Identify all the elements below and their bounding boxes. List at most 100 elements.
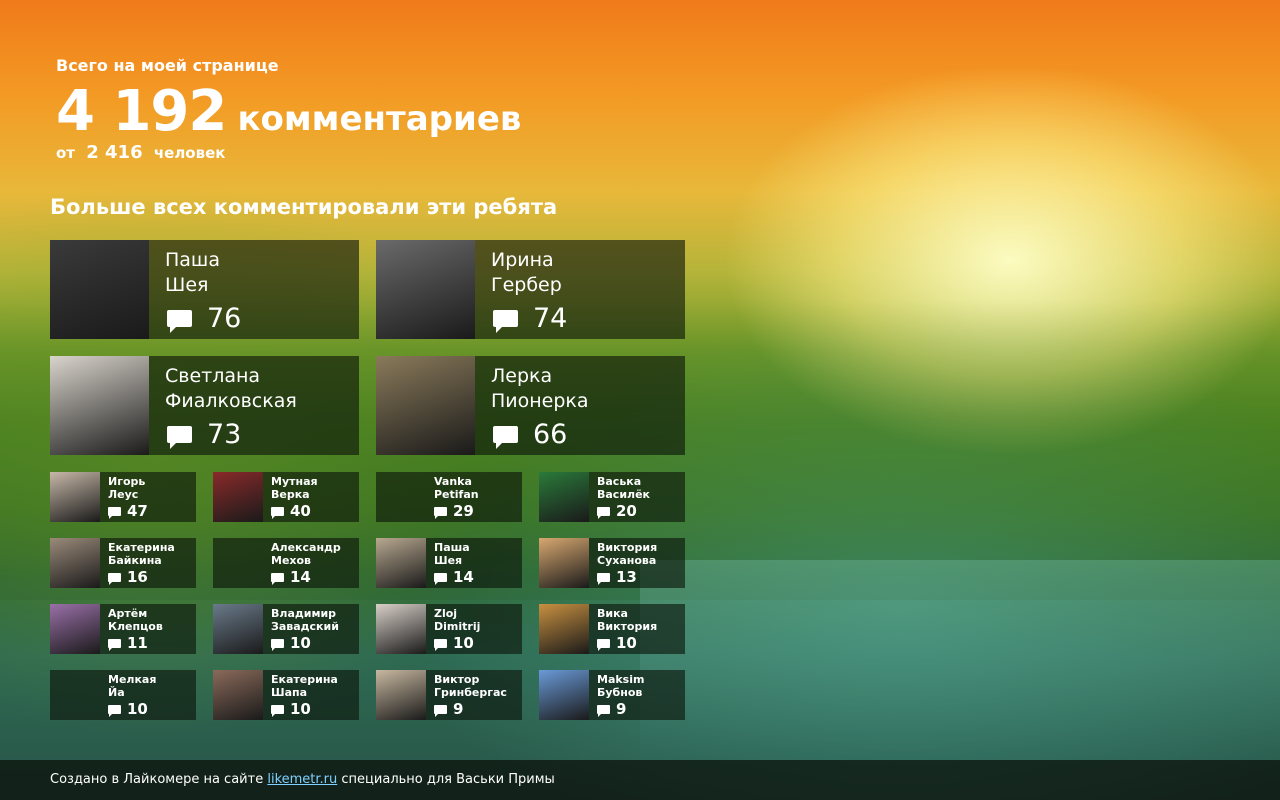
avatar xyxy=(539,538,589,588)
commenter-card[interactable]: Vanka Petifan 29 xyxy=(376,472,522,522)
avatar xyxy=(376,240,475,339)
comment-count-row: 10 xyxy=(434,634,474,652)
commenter-last-name: Шея xyxy=(434,554,463,567)
avatar xyxy=(213,472,263,522)
comment-bubble-icon xyxy=(271,704,284,717)
comment-bubble-icon xyxy=(271,506,284,519)
comment-count: 9 xyxy=(616,700,627,718)
comment-count: 20 xyxy=(616,502,637,520)
avatar xyxy=(539,472,589,522)
commenter-first-name: Вика xyxy=(597,607,628,620)
footer-site-link[interactable]: likemetr.ru xyxy=(267,772,337,787)
commenter-card[interactable]: Паша Шея 14 xyxy=(376,538,522,588)
comment-count-row: 16 xyxy=(108,568,148,586)
comment-count-row: 73 xyxy=(167,419,241,450)
commenter-name: Паша Шея xyxy=(165,248,220,298)
commenter-first-name: Паша xyxy=(165,249,220,271)
commenter-card[interactable]: Артём Клепцов 11 xyxy=(50,604,196,654)
commenter-last-name: Шапа xyxy=(271,686,308,699)
commenter-card[interactable]: Екатерина Шапа 10 xyxy=(213,670,359,720)
commenter-card[interactable]: Zloj Dimitrij 10 xyxy=(376,604,522,654)
commenter-first-name: Zloj xyxy=(434,607,458,620)
commenter-name: Екатерина Байкина xyxy=(108,541,175,567)
commenter-first-name: Лерка xyxy=(491,365,553,387)
avatar xyxy=(50,356,149,455)
comment-count: 16 xyxy=(127,568,148,586)
comment-bubble-icon xyxy=(493,310,518,333)
commenter-name: Zloj Dimitrij xyxy=(434,607,480,633)
commenter-first-name: Виктория xyxy=(597,541,658,554)
comment-bubble-icon xyxy=(271,572,284,585)
commenter-first-name: Артём xyxy=(108,607,148,620)
comment-count: 29 xyxy=(453,502,474,520)
avatar xyxy=(376,538,426,588)
commenter-last-name: Леус xyxy=(108,488,139,501)
commenter-card[interactable]: Васька Василёк 20 xyxy=(539,472,685,522)
avatar xyxy=(213,670,263,720)
commenter-last-name: Бубнов xyxy=(597,686,643,699)
commenter-last-name: Мехов xyxy=(271,554,312,567)
commenter-name: Vanka Petifan xyxy=(434,475,479,501)
comment-count-row: 14 xyxy=(271,568,311,586)
commenter-card[interactable]: Вика Виктория 10 xyxy=(539,604,685,654)
avatar xyxy=(50,538,100,588)
commenter-last-name: Dimitrij xyxy=(434,620,481,633)
commenter-last-name: Пионерка xyxy=(491,390,589,412)
commenter-first-name: Ирина xyxy=(491,249,554,271)
commenter-card[interactable]: Игорь Леус 47 xyxy=(50,472,196,522)
top-commenter-card[interactable]: Светлана Фиалковская 73 xyxy=(50,356,359,455)
commenter-name: Игорь Леус xyxy=(108,475,145,501)
comment-count: 10 xyxy=(290,700,311,718)
commenter-name: Васька Василёк xyxy=(597,475,650,501)
commenter-last-name: Petifan xyxy=(434,488,479,501)
comment-count: 73 xyxy=(207,419,242,450)
commenter-first-name: Александр xyxy=(271,541,341,554)
commenter-card[interactable]: Екатерина Байкина 16 xyxy=(50,538,196,588)
commenter-first-name: Vanka xyxy=(434,475,472,488)
top-commenter-card[interactable]: Лерка Пионерка 66 xyxy=(376,356,685,455)
comment-count: 14 xyxy=(290,568,311,586)
comment-bubble-icon xyxy=(493,426,518,449)
comment-count-row: 29 xyxy=(434,502,474,520)
avatar xyxy=(50,604,100,654)
commenter-card[interactable]: Мелкая Йа 10 xyxy=(50,670,196,720)
commenter-name: Владимир Завадский xyxy=(271,607,339,633)
commenter-name: Ирина Гербер xyxy=(491,248,562,298)
commenter-name: Виктор Гринбергас xyxy=(434,673,507,699)
commenter-first-name: Мутная xyxy=(271,475,318,488)
commenter-card[interactable]: Виктория Суханова 13 xyxy=(539,538,685,588)
comment-count: 10 xyxy=(127,700,148,718)
total-comments: 4 192 комментариев xyxy=(56,79,521,144)
footer-suffix: специально для xyxy=(341,772,452,787)
commenter-first-name: Светлана xyxy=(165,365,261,387)
from-label: от xyxy=(56,144,75,162)
comment-count: 10 xyxy=(616,634,637,652)
avatar xyxy=(376,356,475,455)
stats-subtitle: Всего на моей странице xyxy=(56,56,279,75)
comment-bubble-icon xyxy=(597,506,610,519)
commenter-card[interactable]: Maksim Бубнов 9 xyxy=(539,670,685,720)
avatar xyxy=(539,604,589,654)
commenter-card[interactable]: Владимир Завадский 10 xyxy=(213,604,359,654)
commenter-last-name: Завадский xyxy=(271,620,339,633)
commenter-card[interactable]: Мутная Верка 40 xyxy=(213,472,359,522)
top-commenters-title: Больше всех комментировали эти ребята xyxy=(50,195,558,219)
comment-bubble-icon xyxy=(434,506,447,519)
comment-count-row: 10 xyxy=(597,634,637,652)
background-river xyxy=(640,560,1280,760)
top-commenter-card[interactable]: Паша Шея 76 xyxy=(50,240,359,339)
comment-count: 11 xyxy=(127,634,148,652)
commenter-card[interactable]: Виктор Гринбергас 9 xyxy=(376,670,522,720)
commenter-name: Александр Мехов xyxy=(271,541,341,567)
avatar xyxy=(539,670,589,720)
commenter-name: Артём Клепцов xyxy=(108,607,163,633)
commenter-card[interactable]: Александр Мехов 14 xyxy=(213,538,359,588)
commenter-last-name: Клепцов xyxy=(108,620,163,633)
comment-count-row: 76 xyxy=(167,303,241,334)
top-commenter-card[interactable]: Ирина Гербер 74 xyxy=(376,240,685,339)
commenter-last-name: Гринбергас xyxy=(434,686,507,699)
comment-bubble-icon xyxy=(597,638,610,651)
stats-header: Всего на моей странице 4 192 комментарие… xyxy=(56,56,521,163)
comment-bubble-icon xyxy=(108,704,121,717)
commenter-last-name: Шея xyxy=(165,274,209,296)
